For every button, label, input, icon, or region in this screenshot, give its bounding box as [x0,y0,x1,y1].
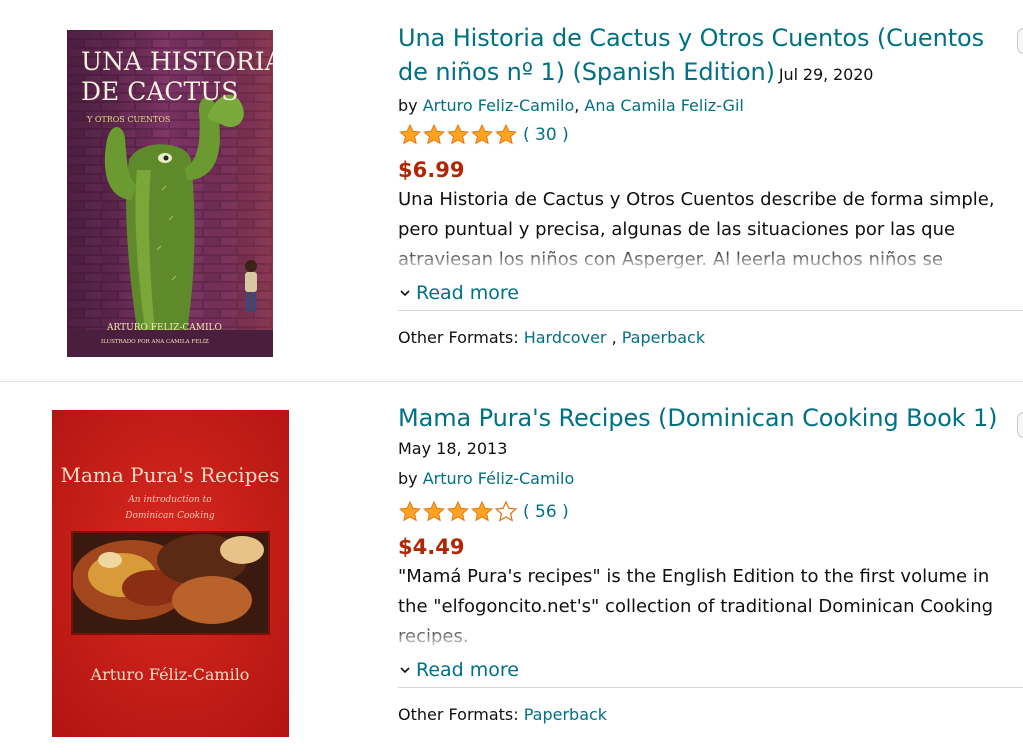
star-icon [471,123,493,145]
star-icon [423,500,445,522]
star-icon [471,500,493,522]
by-label: by [398,469,418,488]
cover-title: Mama Pura's Recipes [61,463,280,487]
star-icon [447,123,469,145]
format-link-paperback[interactable]: Paperback [524,705,607,724]
star-icon [447,500,469,522]
product-title[interactable]: Una Historia de Cactus y Otros Cuentos (… [398,21,1008,92]
cover-art-mama-pura: Mama Pura's Recipes An introduction to D… [52,410,289,737]
publication-date: Jul 29, 2020 [778,65,874,84]
other-formats-label: Other Formats: [398,705,519,724]
publication-date: May 18, 2013 [398,439,508,458]
other-formats: Other Formats: Paperback [398,700,1023,730]
star-outline-icon [494,500,518,522]
carousel-scroll-handle[interactable] [1017,412,1023,438]
result-info: Una Historia de Cactus y Otros Cuentos (… [398,21,1023,353]
product-description: "Mamá Pura's recipes" is the English Edi… [398,562,1023,652]
product-description: Una Historia de Cactus y Otros Cuentos d… [398,185,1023,275]
cover-subtitle-1: An introduction to [127,495,212,505]
byline: by Arturo Feliz-Camilo, Ana Camila Feliz… [398,93,1023,119]
read-more-button[interactable]: Read more [398,652,1023,688]
format-link-hardcover[interactable]: Hardcover [524,328,607,347]
product-title[interactable]: Mama Pura's Recipes (Dominican Cooking B… [398,401,1023,435]
star-icon [399,500,421,522]
star-rating-4[interactable] [398,500,518,524]
format-link-paperback[interactable]: Paperback [622,328,705,347]
other-formats-label: Other Formats: [398,328,519,347]
result-info: Mama Pura's Recipes (Dominican Cooking B… [398,401,1023,730]
star-icon [423,123,445,145]
product-title-text[interactable]: Una Historia de Cactus y Otros Cuentos (… [398,24,984,86]
food-photo [71,531,270,635]
price[interactable]: $4.49 [398,532,1023,562]
format-separator: , [606,328,622,347]
rating-row: ( 30 ) [398,119,1023,151]
author-link-2[interactable]: Ana Camila Feliz-Gil [584,96,743,115]
read-more-label[interactable]: Read more [416,282,519,304]
author-link-1[interactable]: Arturo Feliz-Camilo [423,96,575,115]
search-result-1: UNA HISTORIA DE CACTUS Y OTROS CUENTOS A… [0,0,1023,381]
cover-author: ARTURO FELIZ-CAMILO [106,323,222,333]
cover-subtitle-2: Dominican Cooking [124,511,215,521]
chevron-down-icon [400,666,410,673]
star-icon [399,123,421,145]
search-result-2: Mama Pura's Recipes An introduction to D… [0,381,1023,753]
cover-title-line-2: DE CACTUS [81,77,238,106]
by-label: by [398,96,418,115]
carousel-scroll-handle[interactable] [1017,28,1023,54]
product-title-text[interactable]: Mama Pura's Recipes (Dominican Cooking B… [398,404,998,432]
star-rating-5[interactable] [398,123,518,147]
byline: by Arturo Féliz-Camilo [398,466,1023,492]
cover-art-cactus: UNA HISTORIA DE CACTUS Y OTROS CUENTOS A… [67,30,273,357]
cover-author: Arturo Féliz-Camilo [90,665,250,684]
rating-count-link[interactable]: ( 56 ) [523,502,569,522]
star-icon [495,123,517,145]
cover-subtitle: Y OTROS CUENTOS [86,115,170,124]
read-more-label[interactable]: Read more [416,659,519,681]
author-link-1[interactable]: Arturo Féliz-Camilo [423,469,575,488]
read-more-button[interactable]: Read more [398,275,1023,311]
author-separator: , [574,96,585,115]
rating-count-link[interactable]: ( 30 ) [523,125,569,145]
rating-row: ( 56 ) [398,496,1023,528]
price[interactable]: $6.99 [398,155,1023,185]
cover-illustrator: ILUSTRADO POR ANA CAMILA FELIZ [101,339,209,345]
book-cover-mama-pura[interactable]: Mama Pura's Recipes An introduction to D… [52,410,289,737]
chevron-down-icon [400,289,410,296]
cover-title-line-1: UNA HISTORIA [81,47,273,76]
book-cover-cactus[interactable]: UNA HISTORIA DE CACTUS Y OTROS CUENTOS A… [67,30,273,357]
other-formats: Other Formats: Hardcover , Paperback [398,323,1023,353]
